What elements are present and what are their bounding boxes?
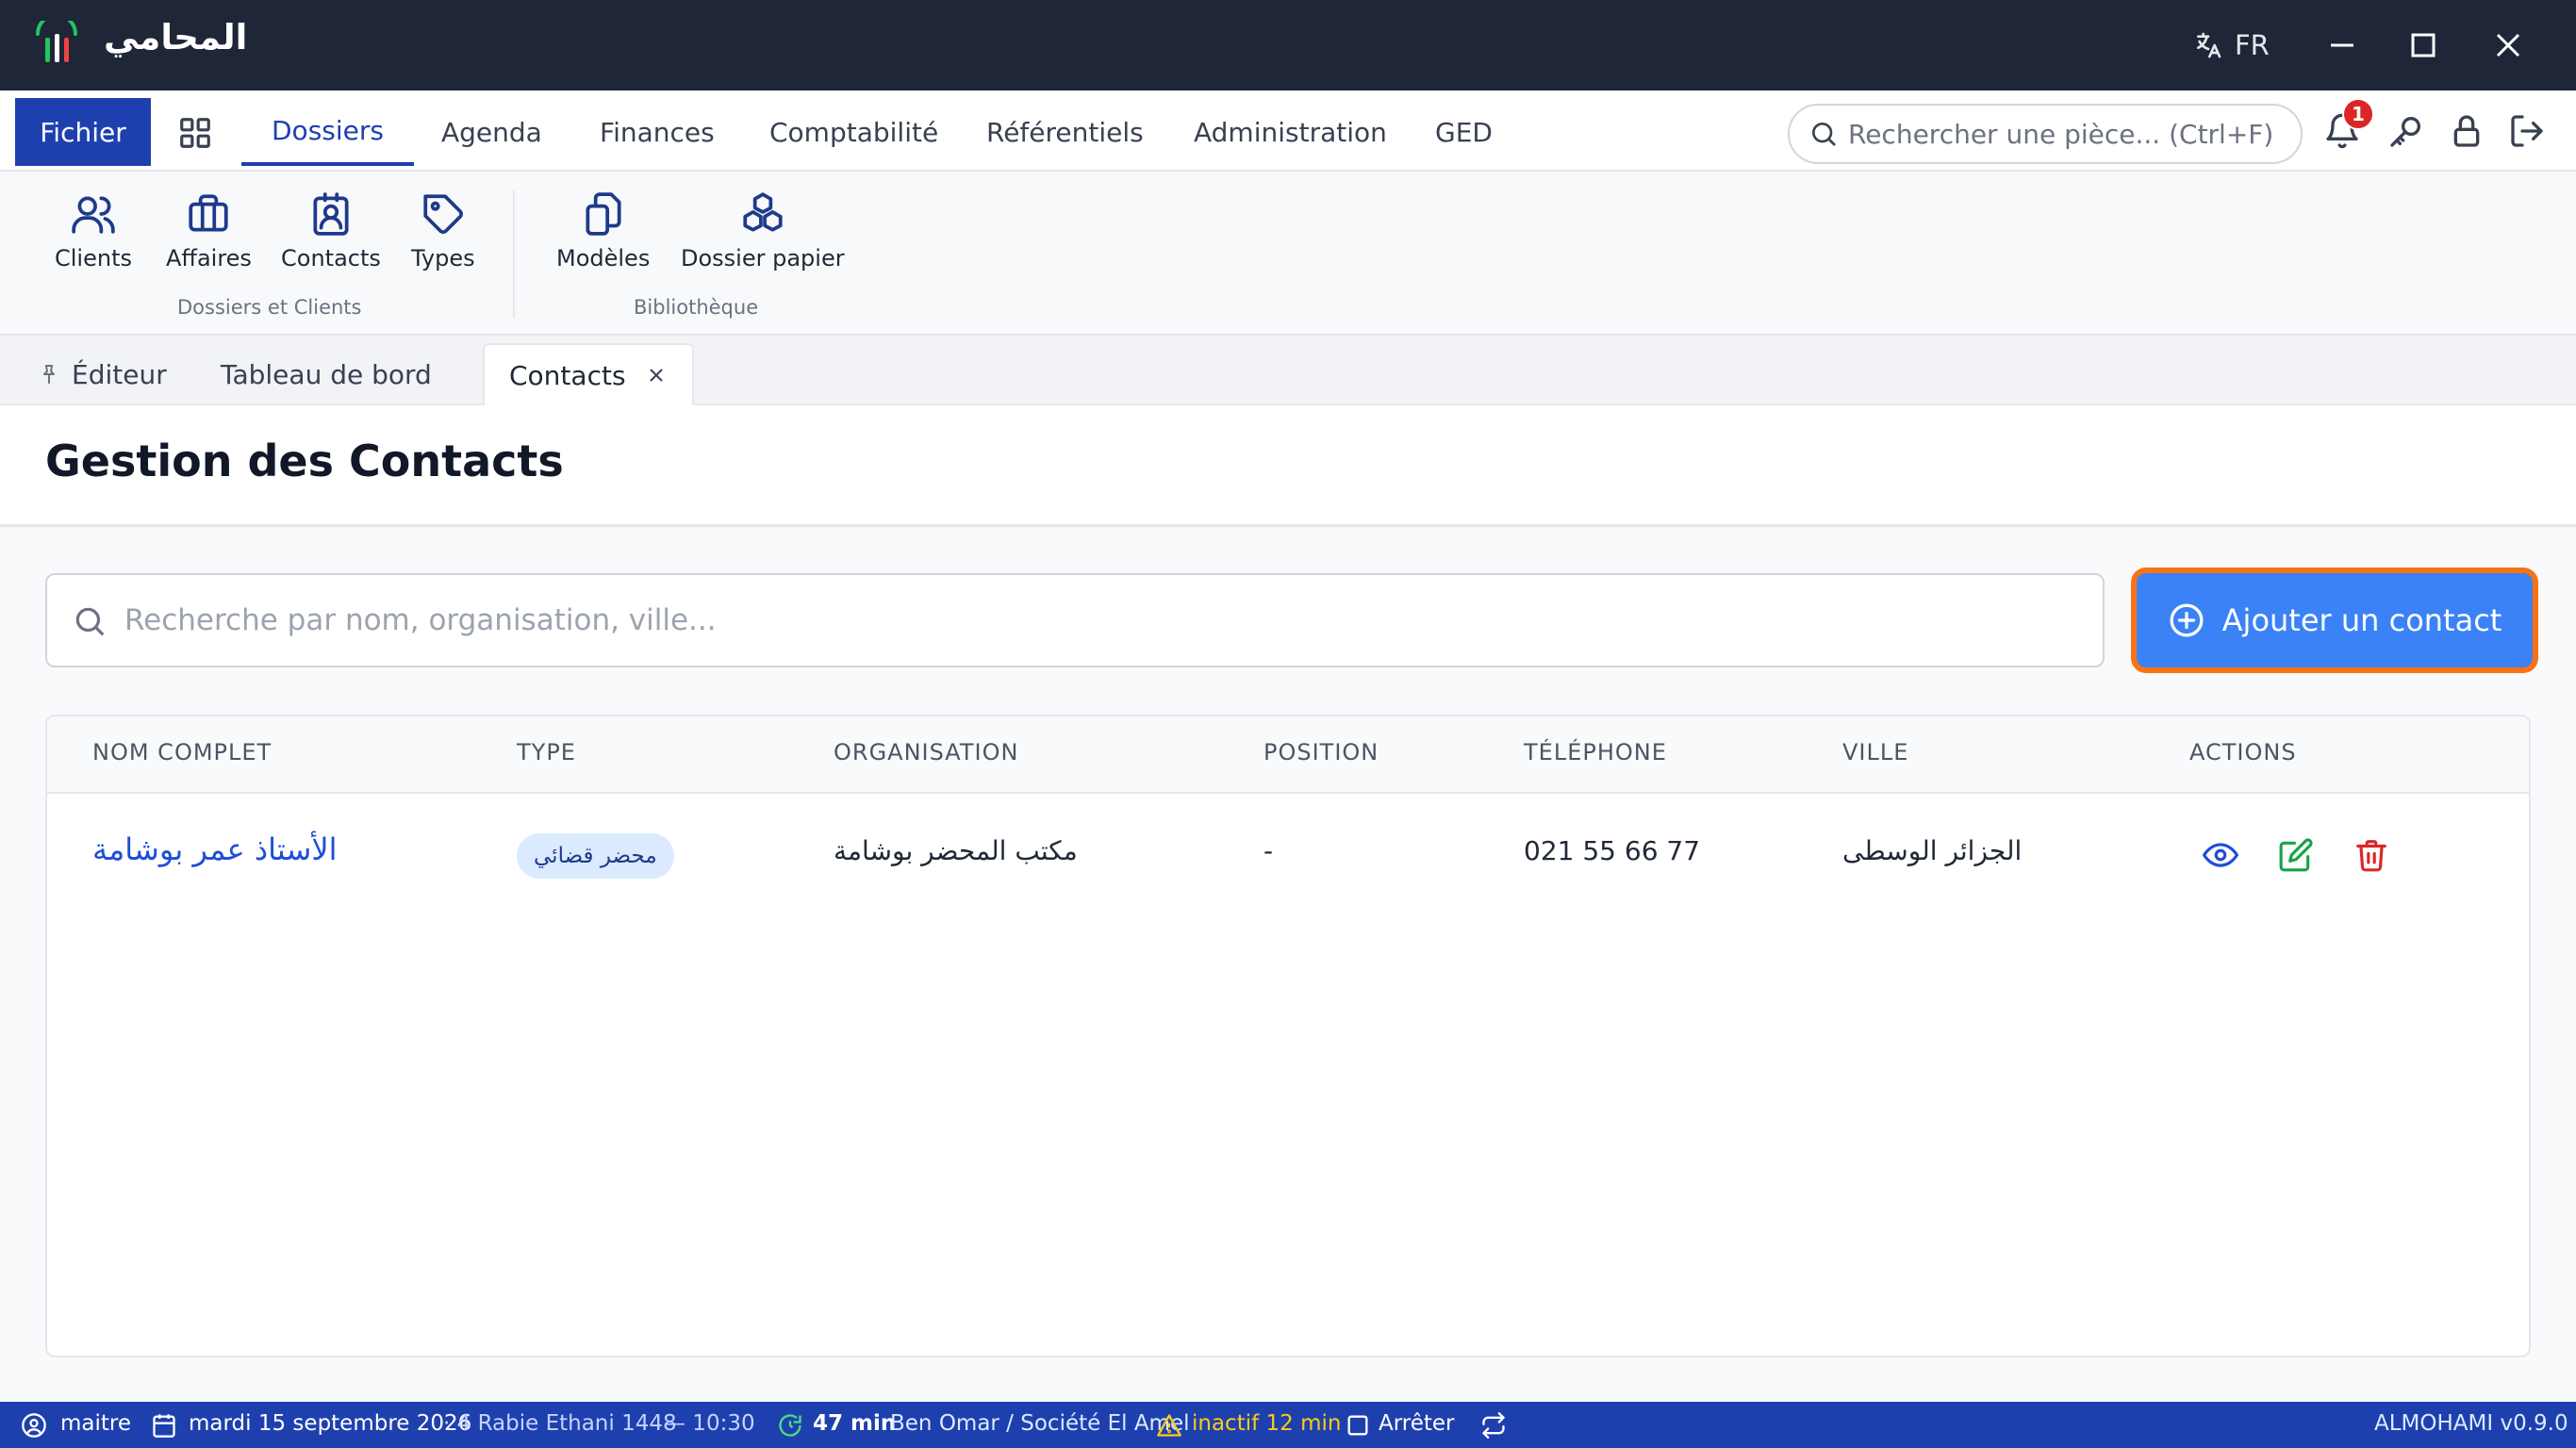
status-time: — 10:30 (664, 1411, 755, 1436)
status-timer: 47 min (813, 1411, 897, 1436)
ribbon-separator (513, 190, 515, 319)
global-search-placeholder: Rechercher une pièce... (Ctrl+F) (1848, 118, 2274, 150)
menu-comptabilite[interactable]: Comptabilité (769, 98, 938, 166)
status-hijri-date: · 4 Rabie Ethani 1448 (443, 1411, 677, 1436)
status-stop-button[interactable]: Arrêter (1379, 1411, 1455, 1436)
fichier-button[interactable]: Fichier (15, 98, 151, 166)
tab-contacts-label: Contacts (509, 359, 626, 391)
logout-icon[interactable] (2508, 111, 2546, 151)
menu-referentiels[interactable]: Référentiels (986, 98, 1144, 166)
search-icon (75, 607, 105, 636)
ribbon-group-dossiers-label: Dossiers et Clients (177, 296, 362, 319)
language-switcher[interactable]: FR (2193, 25, 2270, 66)
warning-icon (1157, 1414, 1181, 1437)
ribbon-types-label: Types (411, 245, 475, 272)
minimize-icon[interactable] (2320, 23, 2365, 68)
briefcase-icon (189, 194, 229, 232)
tab-contacts[interactable]: Contacts (483, 343, 694, 405)
timer-icon (779, 1414, 801, 1437)
add-contact-button[interactable]: Ajouter un contact (2137, 573, 2533, 667)
menu-finances[interactable]: Finances (600, 98, 715, 166)
contact-telephone: 021 55 66 77 (1524, 835, 1701, 866)
plus-circle-icon (2170, 603, 2204, 637)
ribbon-toolbar: Clients Affaires Contacts Types Dossiers… (0, 172, 2576, 336)
column-header[interactable]: VILLE (1842, 739, 1908, 765)
ribbon-types-button[interactable]: Types (411, 190, 475, 272)
ribbon-contacts-button[interactable]: Contacts (281, 190, 381, 272)
add-contact-label: Ajouter un contact (2221, 602, 2502, 638)
menu-agenda[interactable]: Agenda (441, 98, 542, 166)
ribbon-clients-label: Clients (55, 245, 132, 272)
menu-administration[interactable]: Administration (1194, 98, 1387, 166)
status-user: maitre (60, 1411, 132, 1436)
contact-position: - (1263, 835, 1274, 866)
language-label: FR (2235, 29, 2270, 61)
copy-icon (586, 192, 621, 236)
ribbon-affaires-label: Affaires (166, 245, 252, 272)
user-circle-icon (22, 1413, 46, 1438)
boxes-icon (743, 192, 783, 232)
eye-icon[interactable] (2203, 837, 2238, 873)
ribbon-contacts-label: Contacts (281, 245, 381, 272)
pin-icon (43, 365, 55, 384)
trash-icon[interactable] (2353, 837, 2389, 873)
column-header[interactable]: NOM COMPLET (92, 739, 272, 765)
tag-icon (423, 194, 463, 234)
table-header: NOM COMPLET TYPE ORGANISATION POSITION T… (47, 716, 2529, 794)
edit-icon[interactable] (2278, 837, 2314, 873)
translate-icon (2197, 32, 2221, 58)
tab-editeur-label: Éditeur (72, 358, 167, 390)
title-bar: المحامي FR (0, 0, 2576, 90)
contact-card-icon (313, 192, 349, 236)
contact-name-link[interactable]: الأستاذ عمر بوشامة (92, 831, 338, 867)
calendar-icon (153, 1414, 175, 1438)
ribbon-modeles-button[interactable]: Modèles (556, 190, 650, 272)
stop-square-icon[interactable] (1345, 1412, 1371, 1439)
table-row[interactable]: الأستاذ عمر بوشامة محضر قضائي مكتب المحض… (47, 796, 2529, 913)
column-header[interactable]: TÉLÉPHONE (1524, 739, 1667, 765)
sync-icon[interactable] (1480, 1412, 1507, 1439)
search-icon (1812, 123, 1836, 146)
ribbon-affaires-button[interactable]: Affaires (166, 190, 252, 272)
document-tabs: Éditeur Tableau de bord Contacts (0, 336, 2576, 405)
menu-ged[interactable]: GED (1435, 98, 1493, 166)
close-window-icon[interactable] (2485, 23, 2531, 68)
status-client: Ben Omar / Société El Amel (890, 1411, 1190, 1436)
ribbon-dossier-papier-label: Dossier papier (681, 245, 845, 272)
tab-tableau-de-bord[interactable]: Tableau de bord (221, 343, 432, 405)
column-header[interactable]: POSITION (1263, 739, 1379, 765)
ribbon-group-bibliotheque-label: Bibliothèque (634, 296, 759, 319)
column-header[interactable]: ORGANISATION (834, 739, 1018, 765)
ribbon-modeles-label: Modèles (556, 245, 651, 272)
close-tab-icon[interactable] (645, 364, 668, 387)
contact-ville: الجزائر الوسطى (1842, 835, 2023, 866)
menu-bar: Fichier Dossiers Agenda Finances Comptab… (0, 90, 2576, 172)
ribbon-clients-button[interactable]: Clients (55, 190, 132, 272)
contacts-search-input[interactable]: Recherche par nom, organisation, ville..… (45, 573, 2105, 667)
status-inactive: inactif 12 min (1192, 1411, 1342, 1436)
contacts-search-placeholder: Recherche par nom, organisation, ville..… (124, 603, 717, 637)
status-date: mardi 15 septembre 2026 (189, 1411, 472, 1436)
menu-dossiers[interactable]: Dossiers (241, 98, 414, 166)
apps-grid-icon[interactable] (177, 115, 213, 151)
tab-editeur[interactable]: Éditeur (38, 343, 167, 405)
key-icon[interactable] (2387, 111, 2425, 151)
maximize-icon[interactable] (2401, 23, 2446, 68)
app-logo-icon (36, 21, 77, 62)
contact-organisation: مكتب المحضر بوشامة (834, 835, 1078, 866)
column-header: ACTIONS (2189, 739, 2297, 765)
column-header[interactable]: TYPE (517, 739, 576, 765)
contact-type-badge: محضر قضائي (517, 833, 674, 879)
page-title: Gestion des Contacts (45, 436, 564, 486)
status-bar: maitre mardi 15 septembre 2026 · 4 Rabie… (0, 1402, 2576, 1448)
lock-icon[interactable] (2448, 111, 2485, 151)
ribbon-dossier-papier-button[interactable]: Dossier papier (681, 190, 845, 272)
app-title: المحامي (104, 17, 248, 58)
status-version: ALMOHAMI v0.9.0 (2374, 1411, 2568, 1436)
global-search-input[interactable]: Rechercher une pièce... (Ctrl+F) (1788, 104, 2303, 164)
contacts-table: NOM COMPLET TYPE ORGANISATION POSITION T… (45, 715, 2531, 1358)
notification-badge: 1 (2342, 98, 2374, 130)
users-icon (72, 196, 115, 234)
